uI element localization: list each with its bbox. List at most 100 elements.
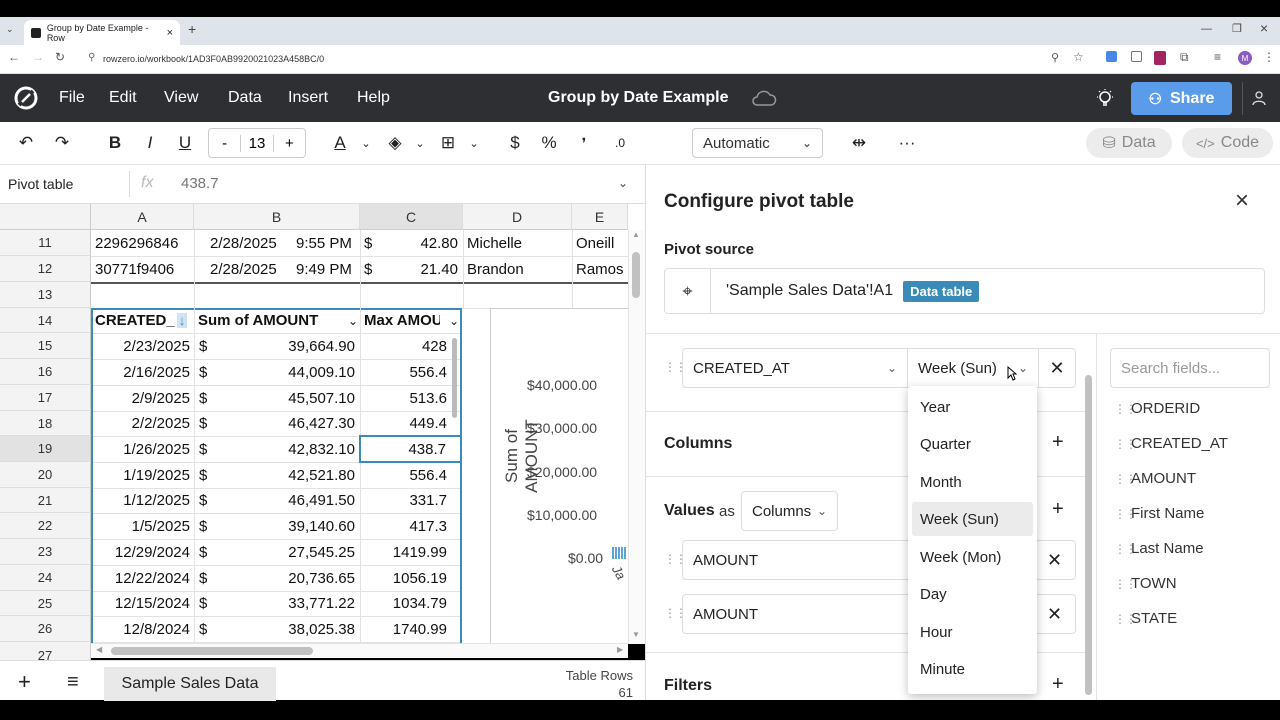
lightbulb-icon[interactable] xyxy=(1095,88,1115,108)
share-button[interactable]: ⚇ Share xyxy=(1131,82,1232,115)
scroll-up-icon[interactable]: ▲ xyxy=(632,230,640,239)
select-all-corner[interactable] xyxy=(0,204,91,230)
menu-view[interactable]: View xyxy=(164,89,198,107)
extension-icon[interactable] xyxy=(1154,51,1166,65)
media-icon[interactable]: ≡ xyxy=(1214,50,1221,64)
pivot-date-cell[interactable]: 1/19/2025 xyxy=(93,462,190,488)
pivot-max-cell[interactable]: 331.7 xyxy=(363,488,447,513)
pivot-max-cell-selected[interactable]: 438.7 xyxy=(359,435,462,463)
close-window-icon[interactable]: × xyxy=(1260,20,1268,36)
field-list-item[interactable]: CREATED_AT xyxy=(1131,435,1228,452)
pivot-sum-cell[interactable]: 39,140.60 xyxy=(215,513,355,539)
close-panel-icon[interactable]: × xyxy=(1235,188,1249,214)
column-header-a[interactable]: A xyxy=(91,204,194,230)
undo-icon[interactable]: ↶ xyxy=(16,132,36,154)
pivot-date-cell[interactable]: 12/15/2024 xyxy=(93,591,190,616)
bookmark-star-icon[interactable]: ☆ xyxy=(1073,50,1084,64)
pivot-max-cell[interactable]: 1056.19 xyxy=(363,565,447,591)
group-option-month[interactable]: Month xyxy=(912,465,1033,499)
pivot-sum-cell[interactable]: 42,832.10 xyxy=(215,436,355,462)
group-by-select[interactable]: Week (Sun) ⌄ xyxy=(908,349,1039,387)
pivot-max-cell[interactable]: 513.6 xyxy=(363,385,447,411)
sheet-tab-sample-sales-data[interactable]: Sample Sales Data xyxy=(104,667,276,701)
account-button[interactable] xyxy=(1242,82,1274,115)
pivot-date-cell[interactable]: 1/26/2025 xyxy=(93,436,190,462)
cell-e11[interactable]: Oneill xyxy=(576,230,628,256)
pivot-sum-cell[interactable]: 46,491.50 xyxy=(215,488,355,513)
data-panel-button[interactable]: ⛁ Data xyxy=(1086,128,1172,158)
remove-row-field-icon[interactable]: ✕ xyxy=(1039,358,1075,379)
forward-icon[interactable]: → xyxy=(32,50,44,64)
add-column-icon[interactable]: + xyxy=(1052,431,1064,454)
search-fields-input[interactable]: Search fields... xyxy=(1110,348,1270,388)
field-list-item[interactable]: Last Name xyxy=(1131,540,1204,557)
pivot-header-max[interactable]: Max AMOU ⌄ xyxy=(364,308,459,333)
column-header-e[interactable]: E xyxy=(572,204,628,230)
row-header[interactable]: 24 xyxy=(0,565,91,591)
pivot-max-cell[interactable]: 1419.99 xyxy=(363,539,447,565)
expand-formula-chevron-icon[interactable]: ⌄ xyxy=(618,176,628,190)
vertical-scrollbar-thumb[interactable] xyxy=(632,252,640,298)
pivot-sum-cell[interactable]: 42,521.80 xyxy=(215,462,355,488)
pivot-max-cell[interactable]: 556.4 xyxy=(363,462,447,488)
fill-color-icon[interactable]: ◈ xyxy=(385,132,405,154)
group-option-quarter[interactable]: Quarter xyxy=(912,427,1033,461)
pivot-date-cell[interactable]: 12/29/2024 xyxy=(93,539,190,565)
field-list-item[interactable]: AMOUNT xyxy=(1131,470,1196,487)
browser-menu-icon[interactable]: ⋮ xyxy=(1263,50,1275,64)
font-size-increase-button[interactable]: + xyxy=(274,135,305,152)
restore-icon[interactable]: ❐ xyxy=(1232,22,1242,35)
group-option-hour[interactable]: Hour xyxy=(912,615,1033,649)
wrap-text-icon[interactable]: ⇹ xyxy=(847,132,871,154)
column-header-d[interactable]: D xyxy=(463,204,572,230)
tab-list-chevron-icon[interactable]: ⌄ xyxy=(6,24,14,35)
cell-b12-time[interactable]: 9:49 PM xyxy=(296,256,352,282)
borders-icon[interactable]: ⊞ xyxy=(438,132,458,154)
row-field-select[interactable]: CREATED_AT ⌄ xyxy=(683,349,908,387)
pivot-scrollbar[interactable] xyxy=(452,338,457,418)
scroll-right-icon[interactable]: ▶ xyxy=(617,645,623,654)
close-tab-icon[interactable]: × xyxy=(167,27,173,39)
crosshair-select-icon[interactable]: ⌖ xyxy=(665,269,711,313)
pivot-sum-cell[interactable]: 38,025.38 xyxy=(215,616,355,642)
field-list-item[interactable]: STATE xyxy=(1131,610,1177,627)
font-size-value[interactable]: 13 xyxy=(240,134,274,152)
cell-d11[interactable]: Michelle xyxy=(467,230,522,256)
pivot-sum-cell[interactable]: 44,009.10 xyxy=(215,359,355,385)
row-header[interactable]: 23 xyxy=(0,539,91,565)
menu-edit[interactable]: Edit xyxy=(109,89,137,107)
field-list-item[interactable]: TOWN xyxy=(1131,575,1177,592)
back-icon[interactable]: ← xyxy=(8,50,20,64)
chevron-down-icon[interactable]: ⌄ xyxy=(449,314,459,328)
chevron-down-icon[interactable]: ⌄ xyxy=(359,132,373,154)
name-box[interactable]: Pivot table xyxy=(8,176,73,192)
chevron-down-icon[interactable]: ⌄ xyxy=(467,132,481,154)
pivot-date-cell[interactable]: 2/23/2025 xyxy=(93,333,190,359)
redo-icon[interactable]: ↷ xyxy=(52,132,72,154)
cell-b11-time[interactable]: 9:55 PM xyxy=(296,230,352,256)
menu-insert[interactable]: Insert xyxy=(288,89,328,107)
url-field[interactable]: ⚲ rowzero.io/workbook/1AD3F0AB9920021023… xyxy=(86,51,1264,67)
decrease-decimal-icon[interactable]: .0 xyxy=(610,132,630,154)
pivot-max-cell[interactable]: 556.4 xyxy=(363,359,447,385)
pivot-sum-cell[interactable]: 20,736.65 xyxy=(215,565,355,591)
row-header[interactable]: 18 xyxy=(0,411,91,436)
row-header[interactable]: 11 xyxy=(0,230,91,256)
italic-icon[interactable]: I xyxy=(140,132,160,154)
row-header[interactable]: 13 xyxy=(0,282,91,308)
group-option-week-mon[interactable]: Week (Mon) xyxy=(912,540,1033,574)
cell-c12[interactable]: 21.40 xyxy=(380,256,458,282)
pivot-date-cell[interactable]: 2/9/2025 xyxy=(93,385,190,411)
group-option-day[interactable]: Day xyxy=(912,577,1033,611)
pivot-sum-cell[interactable]: 33,771.22 xyxy=(215,591,355,616)
cell-e12[interactable]: Ramos xyxy=(576,256,628,282)
row-header[interactable]: 26 xyxy=(0,616,91,642)
pivot-date-cell[interactable]: 2/16/2025 xyxy=(93,359,190,385)
column-header-b[interactable]: B xyxy=(194,204,360,230)
number-format-select[interactable]: Automatic ⌄ xyxy=(692,128,823,158)
chevron-down-icon[interactable]: ⌄ xyxy=(348,314,358,328)
group-option-week-sun[interactable]: Week (Sun) xyxy=(912,502,1033,536)
group-option-minute[interactable]: Minute xyxy=(912,652,1033,686)
menu-file[interactable]: File xyxy=(59,89,85,107)
extension-icon[interactable] xyxy=(1131,51,1142,62)
